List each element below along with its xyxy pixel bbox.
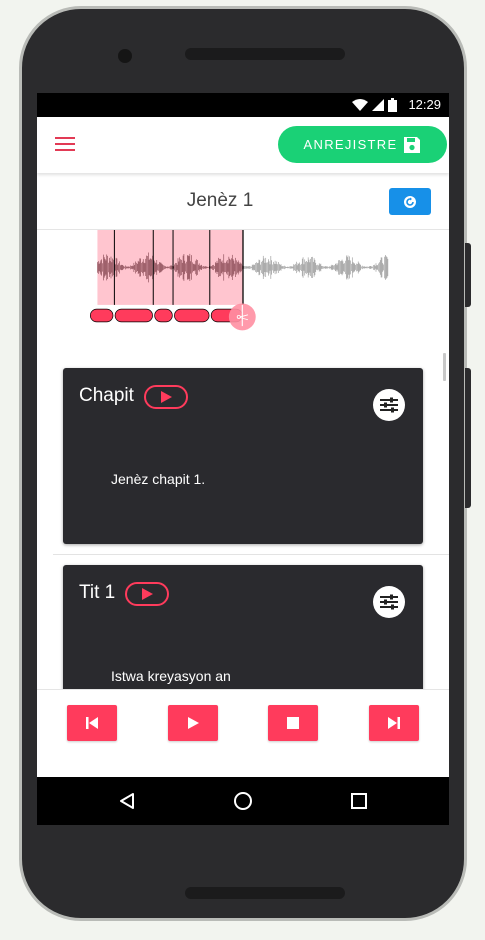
back-icon <box>120 793 134 809</box>
sliders-icon <box>380 397 398 413</box>
refresh-icon <box>404 195 416 208</box>
playback-controls <box>37 689 449 778</box>
wifi-icon <box>352 98 368 111</box>
nav-back-button[interactable] <box>97 777 157 825</box>
nav-home-button[interactable] <box>213 777 273 825</box>
sliders-icon <box>380 594 398 610</box>
menu-icon[interactable] <box>55 137 75 151</box>
play-icon <box>188 717 199 729</box>
earpiece-speaker <box>185 48 345 60</box>
play-button[interactable] <box>125 582 169 606</box>
play-icon <box>142 588 153 600</box>
app-screen: 12:29 ANREJISTRE Jenèz 1 Chapit Jenèz ch… <box>37 93 449 825</box>
stop-icon <box>287 717 299 729</box>
next-button[interactable] <box>369 705 419 741</box>
split-handle[interactable] <box>228 303 256 331</box>
book-title: Jenèz 1 <box>186 190 254 211</box>
system-nav-bar <box>37 777 449 825</box>
front-camera <box>118 49 132 63</box>
segment-pill[interactable] <box>174 308 210 323</box>
home-icon <box>234 792 252 810</box>
status-bar: 12:29 <box>37 93 449 117</box>
power-button <box>465 368 471 508</box>
record-button[interactable]: ANREJISTRE <box>278 126 447 163</box>
title-card[interactable]: Tit 1 Istwa kreyasyon an <box>63 565 423 689</box>
volume-button <box>465 243 471 307</box>
play-button[interactable] <box>168 705 218 741</box>
play-button[interactable] <box>144 385 188 409</box>
clock: 12:29 <box>408 97 441 112</box>
card-text: Istwa kreyasyon an <box>111 668 231 684</box>
stop-button[interactable] <box>268 705 318 741</box>
save-icon <box>404 136 421 153</box>
previous-button[interactable] <box>67 705 117 741</box>
signal-icon <box>372 99 384 111</box>
recents-icon <box>351 793 367 809</box>
play-icon <box>161 391 172 403</box>
unrecorded-waveform <box>243 255 389 280</box>
card-text: Jenèz chapit 1. <box>111 471 206 487</box>
segment-pill[interactable] <box>90 308 114 323</box>
settings-button[interactable] <box>373 389 405 421</box>
record-label: ANREJISTRE <box>303 137 398 152</box>
settings-button[interactable] <box>373 586 405 618</box>
card-title: Tit 1 <box>79 582 116 603</box>
nav-recents-button[interactable] <box>329 777 389 825</box>
segment-pill[interactable] <box>154 308 173 323</box>
refresh-button[interactable] <box>389 188 431 215</box>
waveform[interactable] <box>37 230 449 336</box>
battery-icon <box>388 98 397 112</box>
skip-next-icon <box>388 717 400 729</box>
verse-list: Chapit Jenèz chapit 1. Tit 1 Istwa kreya… <box>37 353 449 689</box>
divider <box>53 554 449 555</box>
chapter-card[interactable]: Chapit Jenèz chapit 1. <box>63 368 423 544</box>
title-row: Jenèz 1 <box>37 175 449 230</box>
skip-previous-icon <box>86 717 98 729</box>
card-title: Chapit <box>79 385 134 406</box>
bottom-speaker <box>185 887 345 899</box>
segment-pill[interactable] <box>114 308 153 323</box>
app-bar: ANREJISTRE <box>37 117 449 173</box>
